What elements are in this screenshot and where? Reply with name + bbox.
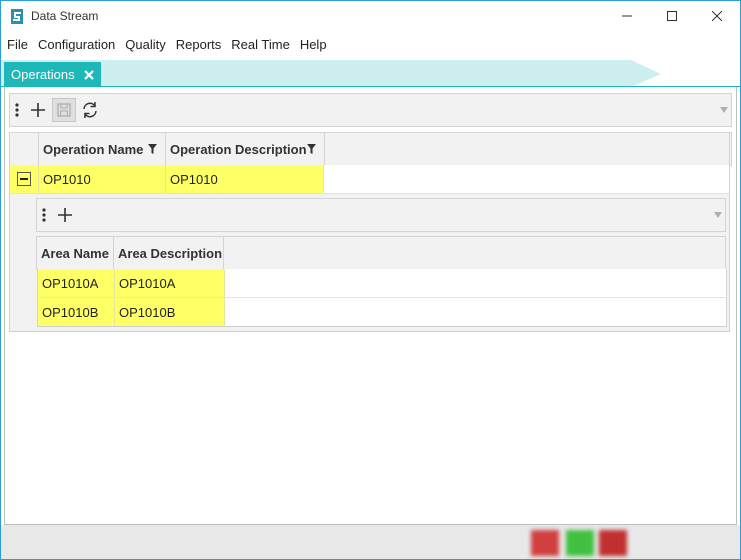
add-button[interactable] [26, 98, 50, 122]
table-row[interactable]: OP1010A OP1010A [37, 269, 727, 298]
maximize-icon [667, 11, 677, 21]
refresh-button[interactable] [78, 98, 102, 122]
add-icon [58, 208, 72, 222]
operations-panel: Operation Name Operation Description OP1… [4, 87, 737, 525]
cell-area-name[interactable]: OP1010B [38, 298, 115, 326]
menu-configuration[interactable]: Configuration [33, 32, 120, 58]
close-button[interactable] [694, 1, 740, 31]
menu-reports[interactable]: Reports [171, 32, 227, 58]
cell-operation-name[interactable]: OP1010 [39, 165, 166, 193]
expander-column-header [10, 133, 39, 165]
kebab-menu-icon [15, 103, 19, 117]
status-indicator-green [566, 530, 594, 556]
add-icon [31, 103, 45, 117]
column-header-operation-description[interactable]: Operation Description [166, 133, 325, 165]
operations-toolbar [9, 93, 732, 127]
maximize-button[interactable] [649, 1, 695, 31]
app-logo-icon [11, 9, 23, 24]
column-header-area-name[interactable]: Area Name [37, 237, 114, 269]
operations-grid-header: Operation Name Operation Description [9, 132, 732, 166]
column-header-operation-name[interactable]: Operation Name [39, 133, 166, 165]
filter-icon[interactable] [148, 144, 157, 154]
status-indicator-red [599, 530, 627, 556]
menu-help[interactable]: Help [295, 32, 332, 58]
expander-cell [10, 165, 39, 193]
areas-toolbar [36, 198, 726, 232]
collapse-icon[interactable] [17, 172, 31, 186]
tab-label: Operations [11, 67, 75, 82]
dropdown-arrow-icon[interactable] [720, 107, 728, 113]
tab-strip-background [1, 60, 740, 87]
save-icon [57, 103, 71, 117]
app-window: Data Stream File Configuration Quality R… [0, 0, 741, 560]
cell-area-description[interactable]: OP1010B [115, 298, 225, 326]
column-header-label: Operation Name [43, 141, 144, 157]
areas-toolbar-menu-button[interactable] [37, 203, 51, 227]
column-header-area-description[interactable]: Area Description [114, 237, 224, 269]
dropdown-arrow-icon[interactable] [714, 212, 722, 218]
tab-strip: Operations [1, 60, 740, 87]
tab-close-icon[interactable] [83, 69, 95, 81]
filter-icon[interactable] [307, 144, 316, 154]
cell-area-name[interactable]: OP1010A [38, 269, 115, 297]
tab-operations[interactable]: Operations [4, 62, 101, 87]
menu-file[interactable]: File [1, 32, 33, 58]
kebab-menu-icon [42, 208, 46, 222]
menu-quality[interactable]: Quality [120, 32, 170, 58]
save-button[interactable] [52, 98, 76, 122]
column-header-label: Area Description [118, 245, 223, 261]
table-row[interactable]: OP1010 OP1010 [10, 165, 730, 194]
refresh-icon [83, 102, 97, 118]
areas-add-button[interactable] [53, 203, 77, 227]
table-row[interactable]: OP1010B OP1010B [37, 298, 727, 327]
minimize-icon [622, 15, 632, 17]
toolbar-menu-button[interactable] [10, 98, 24, 122]
minimize-button[interactable] [604, 1, 650, 31]
areas-grid-header: Area Name Area Description [36, 236, 726, 270]
detail-row: Area Name Area Description OP1010A OP101… [10, 194, 730, 332]
status-bar [1, 525, 740, 559]
menu-bar: File Configuration Quality Reports Real … [1, 32, 740, 58]
cell-operation-description[interactable]: OP1010 [166, 165, 324, 193]
title-bar: Data Stream [1, 1, 740, 31]
column-header-label: Operation Description [170, 141, 307, 157]
menu-real-time[interactable]: Real Time [226, 32, 295, 58]
close-icon [712, 11, 722, 21]
status-indicator-red [531, 530, 559, 556]
window-title: Data Stream [31, 9, 99, 23]
column-header-label: Area Name [41, 245, 109, 261]
cell-area-description[interactable]: OP1010A [115, 269, 225, 297]
